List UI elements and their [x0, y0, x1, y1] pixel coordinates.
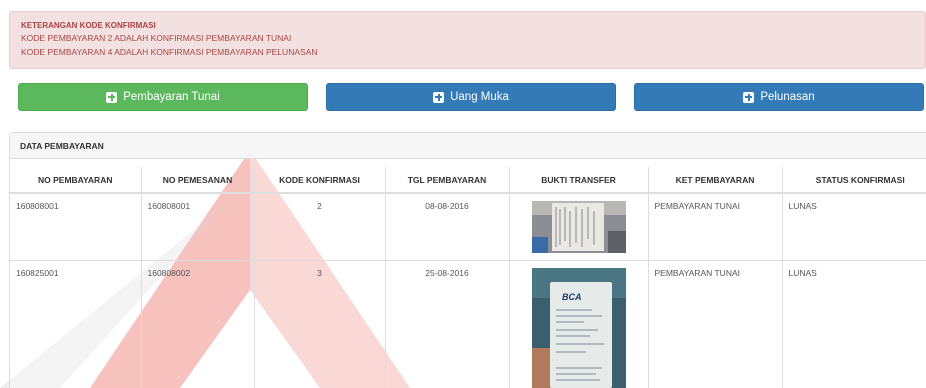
uang-muka-label: Uang Muka [450, 91, 509, 103]
cell-ket-pembayaran: PEMBAYARAN TUNAI [647, 192, 782, 261]
col-header-status-konfirmasi[interactable]: STATUS KONFIRMASI [781, 167, 926, 194]
payments-table: NO PEMBAYARAN NO PEMESANAN KODE KONFIRMA… [10, 167, 926, 388]
cell-status-konfirmasi: LUNAS [781, 260, 926, 388]
plus-square-icon [743, 91, 755, 103]
transfer-receipt-image[interactable]: BCA [531, 268, 626, 388]
cell-no-pemesanan: 160808001 [140, 192, 254, 261]
alert-line-2: KODE PEMBAYARAN 4 ADALAH KONFIRMASI PEMB… [21, 47, 318, 57]
pelunasan-button[interactable]: Pelunasan [634, 83, 924, 111]
plus-square-icon [433, 91, 445, 103]
pelunasan-label: Pelunasan [760, 91, 815, 103]
col-header-no-pemesanan[interactable]: NO PEMESANAN [140, 167, 254, 194]
panel-title: DATA PEMBAYARAN [10, 133, 926, 159]
table-row[interactable]: 160808001 160808001 2 08-08-2016 PEMBAYA… [10, 192, 926, 261]
cell-tgl-pembayaran: 08-08-2016 [384, 192, 509, 261]
cell-no-pemesanan: 160808002 [140, 260, 254, 388]
data-pembayaran-panel: DATA PEMBAYARAN NO PEMBAYARAN NO PEMESAN… [9, 132, 926, 388]
col-header-kode-konfirmasi[interactable]: KODE KONFIRMASI [253, 167, 385, 194]
table-row[interactable]: 160825001 160808002 3 25-08-2016 BCA PEM… [10, 260, 926, 388]
pembayaran-tunai-label: Pembayaran Tunai [123, 91, 220, 103]
col-header-bukti-transfer[interactable]: BUKTI TRANSFER [508, 167, 648, 194]
alert-line-1: KODE PEMBAYARAN 2 ADALAH KONFIRMASI PEMB… [21, 33, 292, 43]
table-header-row: NO PEMBAYARAN NO PEMESANAN KODE KONFIRMA… [10, 167, 926, 194]
cell-no-pembayaran: 160808001 [10, 192, 141, 261]
col-header-no-pembayaran[interactable]: NO PEMBAYARAN [10, 167, 141, 194]
alert-title: KETERANGAN KODE KONFIRMASI [21, 21, 156, 30]
cell-no-pembayaran: 160825001 [10, 260, 141, 388]
cell-ket-pembayaran: PEMBAYARAN TUNAI [647, 260, 782, 388]
pembayaran-tunai-button[interactable]: Pembayaran Tunai [18, 83, 308, 111]
confirmation-code-alert: KETERANGAN KODE KONFIRMASI KODE PEMBAYAR… [9, 11, 926, 69]
uang-muka-button[interactable]: Uang Muka [326, 83, 616, 111]
transfer-receipt-image[interactable] [531, 201, 626, 253]
cell-kode-konfirmasi: 3 [253, 260, 385, 388]
col-header-tgl-pembayaran[interactable]: TGL PEMBAYARAN [384, 167, 509, 194]
plus-square-icon [106, 91, 118, 103]
col-header-ket-pembayaran[interactable]: KET PEMBAYARAN [647, 167, 782, 194]
receipt-brand-text: BCA [562, 292, 582, 302]
cell-status-konfirmasi: LUNAS [781, 192, 926, 261]
cell-kode-konfirmasi: 2 [253, 192, 385, 261]
cell-tgl-pembayaran: 25-08-2016 [384, 260, 509, 388]
cell-bukti-transfer: BCA [508, 260, 648, 388]
cell-bukti-transfer [508, 192, 648, 261]
